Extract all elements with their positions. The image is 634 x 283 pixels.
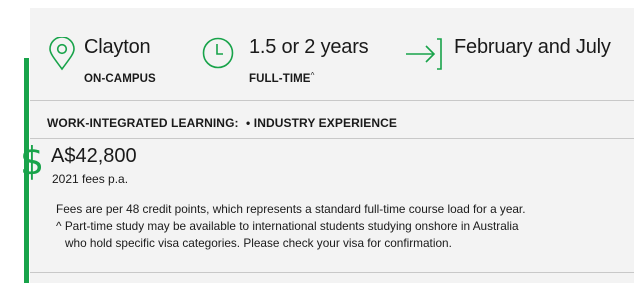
dollar-icon: $: [20, 139, 45, 183]
fee-details: Fees are per 48 credit points, which rep…: [56, 201, 601, 252]
fee-note: 2021 fees p.a.: [52, 172, 129, 186]
divider: [30, 100, 634, 101]
wil-label: WORK-INTEGRATED LEARNING:: [47, 116, 239, 130]
fee-detail-line: Fees are per 48 credit points, which rep…: [56, 202, 526, 216]
divider: [30, 138, 634, 139]
course-info-row: Clayton ON-CAMPUS 1.5 or 2 years FULL-TI…: [30, 8, 634, 103]
fee-amount: A$42,800: [51, 145, 137, 167]
campus-name: Clayton: [84, 36, 151, 58]
study-mode: FULL-TIME^: [249, 71, 315, 85]
clock-icon: [201, 37, 234, 71]
course-duration: 1.5 or 2 years: [249, 36, 369, 58]
campus-mode: ON-CAMPUS: [84, 73, 156, 85]
intake-months: February and July: [454, 36, 611, 58]
course-summary-panel: Clayton ON-CAMPUS 1.5 or 2 years FULL-TI…: [20, 8, 634, 283]
arrow-in-icon: [404, 37, 444, 71]
footnote-mark: ^: [310, 71, 315, 80]
location-pin-icon: [47, 36, 77, 71]
wil-item: • INDUSTRY EXPERIENCE: [246, 116, 398, 130]
divider: [30, 272, 634, 273]
footnote-line: ^ Part-time study may be available to in…: [56, 219, 519, 233]
work-integrated-learning: WORK-INTEGRATED LEARNING: • INDUSTRY EXP…: [47, 116, 397, 130]
footnote-line: who hold specific visa categories. Pleas…: [65, 236, 452, 250]
